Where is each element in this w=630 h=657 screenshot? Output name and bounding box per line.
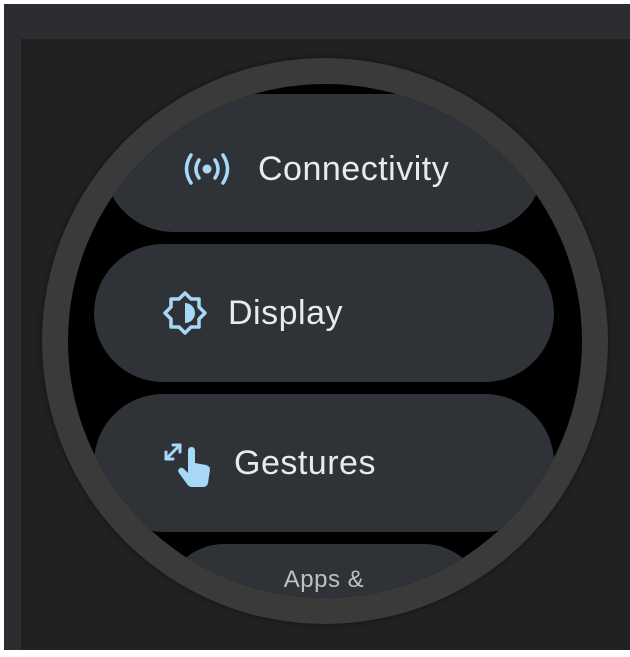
watch-screen[interactable]: Connectivity Display Gestures Apps &: [68, 84, 582, 598]
settings-item-display[interactable]: Display: [94, 244, 554, 382]
settings-item-connectivity[interactable]: Connectivity: [104, 94, 544, 232]
display-brightness-icon: [162, 290, 208, 336]
settings-item-label: Apps &: [283, 566, 365, 593]
settings-item-label: Gestures: [234, 443, 376, 482]
settings-item-apps[interactable]: Apps &: [164, 544, 484, 598]
settings-item-label: Connectivity: [258, 149, 450, 188]
settings-item-label: Display: [228, 293, 343, 332]
gestures-icon: [162, 437, 214, 489]
connectivity-icon: [180, 152, 234, 186]
settings-item-gestures[interactable]: Gestures: [94, 394, 554, 532]
emulator-frame: Connectivity Display Gestures Apps &: [0, 0, 630, 657]
